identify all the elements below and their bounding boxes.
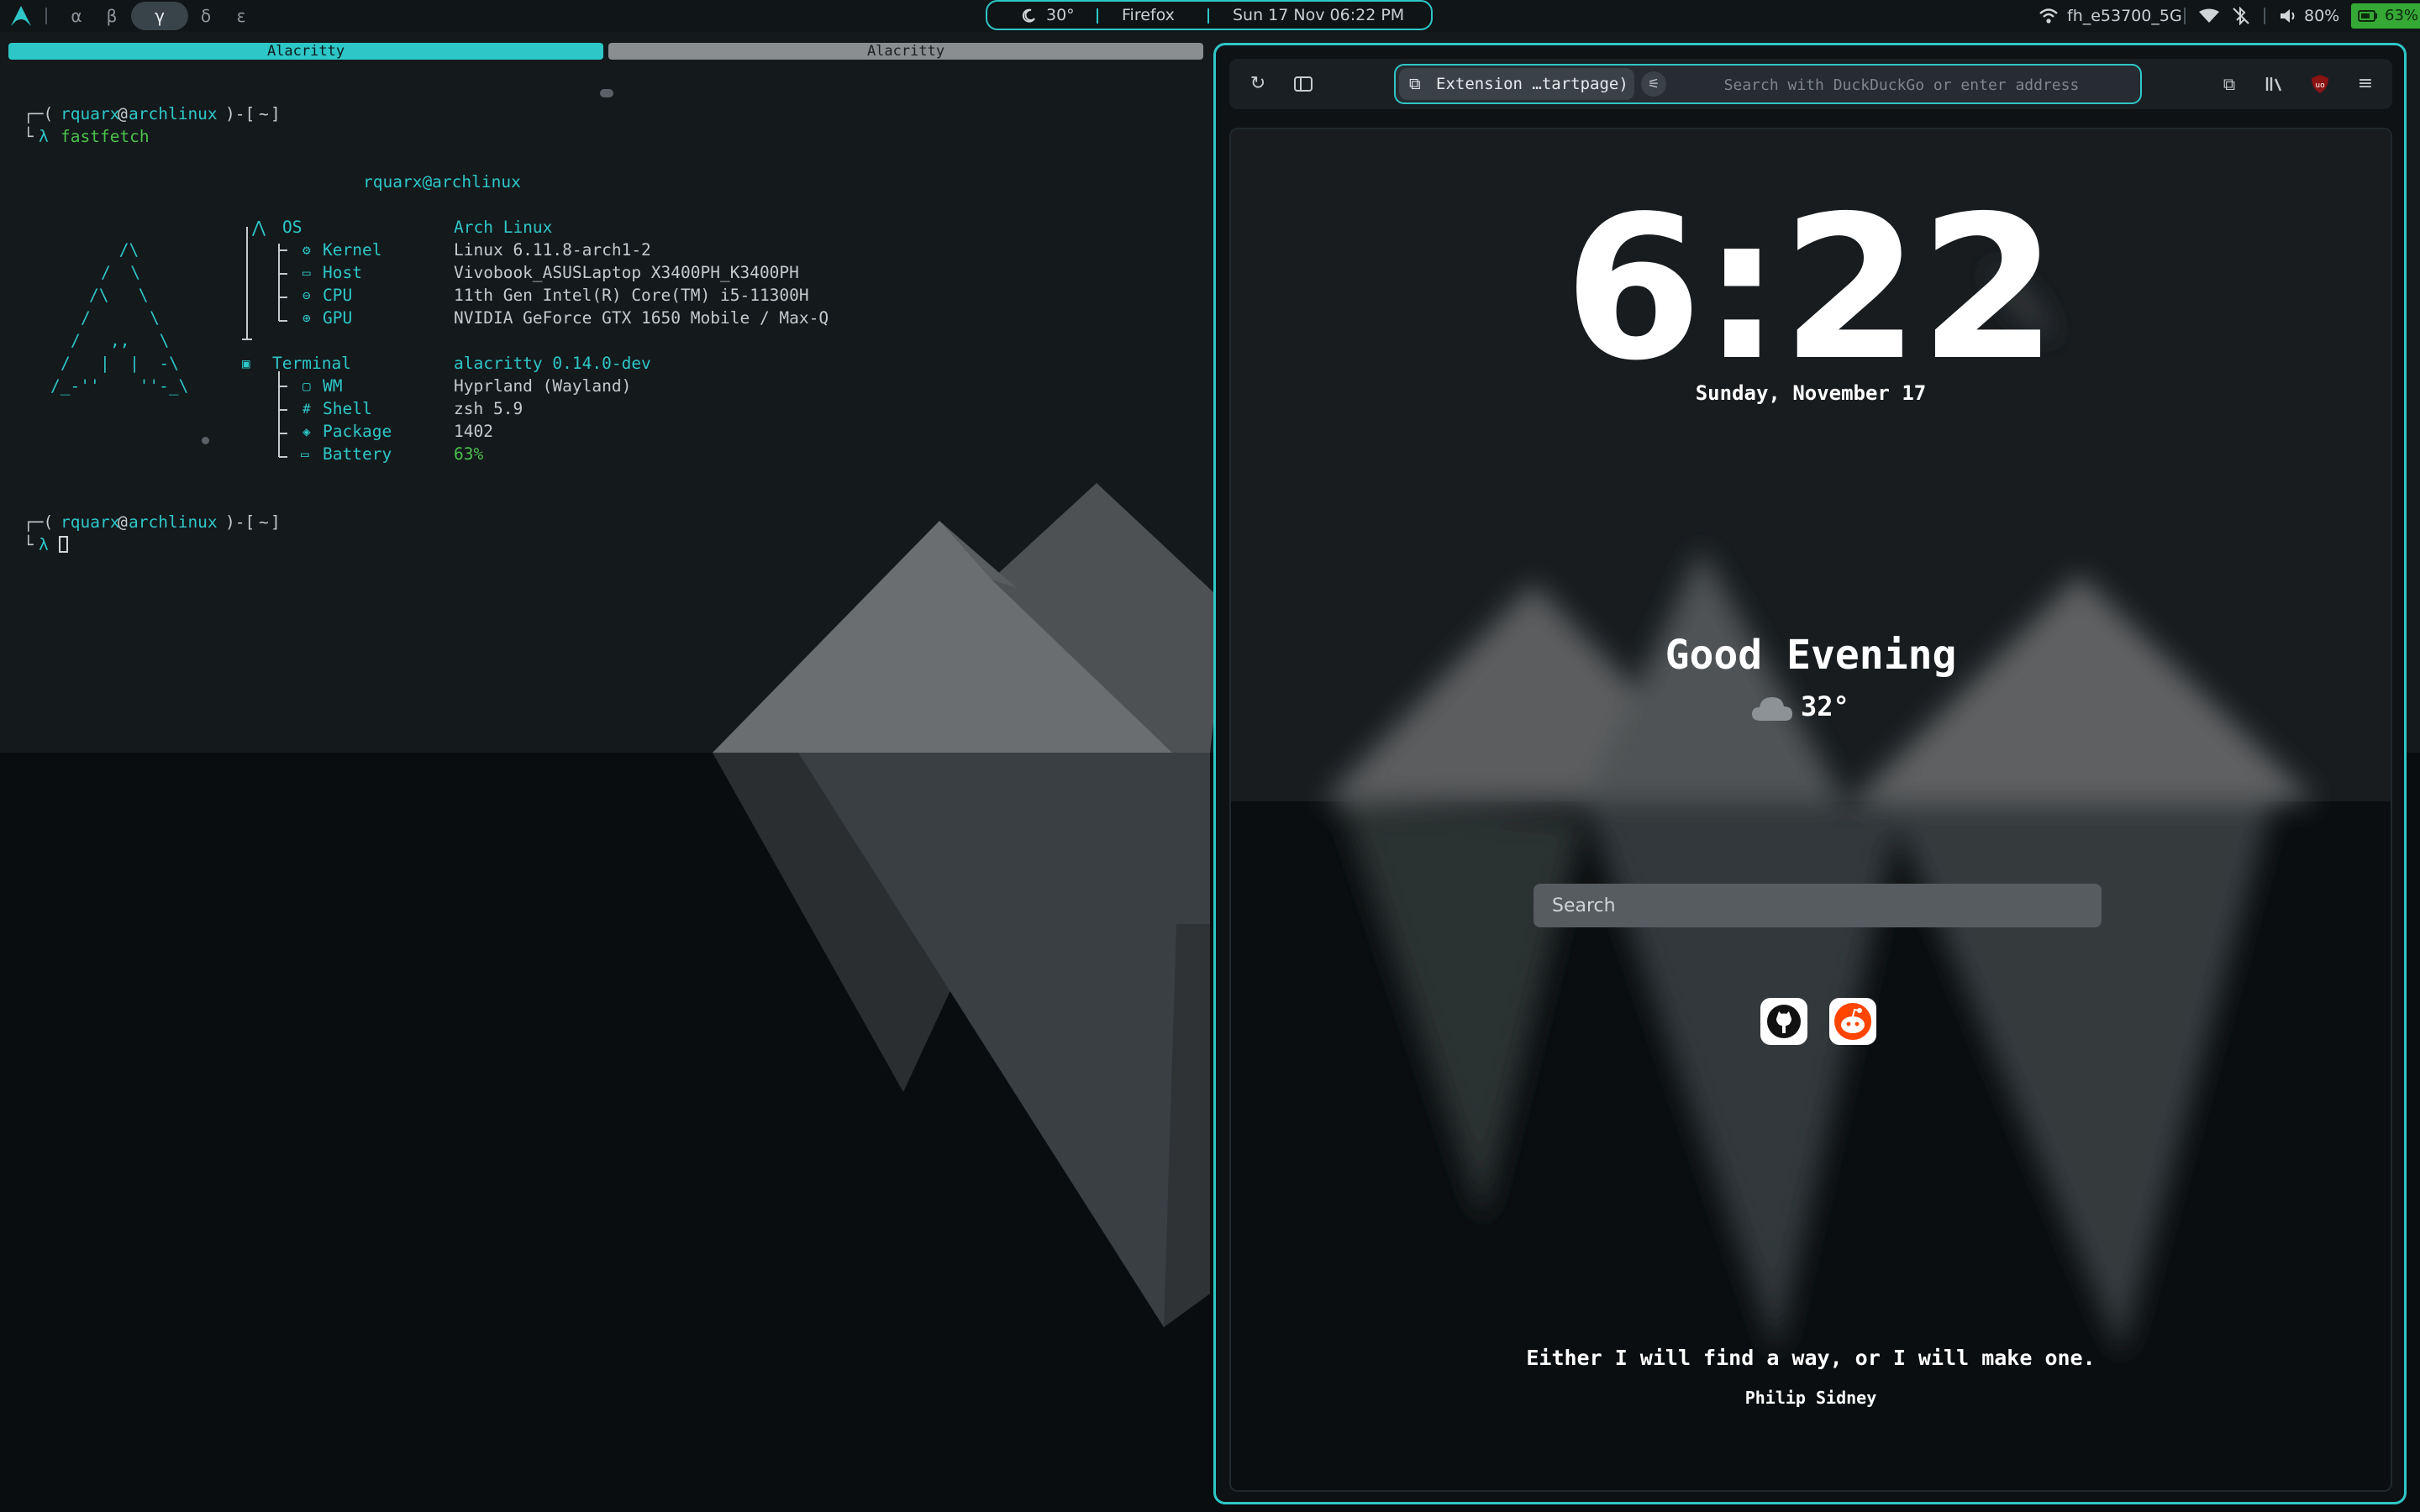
fetch-terminal-label: Terminal xyxy=(272,354,351,373)
bluetooth-off-icon[interactable] xyxy=(2232,7,2250,25)
terminal-window[interactable]: Alacritty Alacritty ┌─( rquarx @ archlin… xyxy=(0,0,1210,1512)
fetch-wm-value: Hyprland (Wayland) xyxy=(454,376,632,396)
prompt-host: archlinux xyxy=(129,104,218,123)
clock: 6:22 xyxy=(1564,173,2058,404)
github-icon xyxy=(1767,1005,1801,1038)
date-time[interactable]: Sun 17 Nov 06:22 PM xyxy=(1233,2,1404,29)
fetch-host-label: Host xyxy=(323,263,362,282)
fetch-battery-value: 63% xyxy=(454,444,484,464)
puzzle-icon: ⧉ xyxy=(1409,75,1421,93)
reddit-link[interactable] xyxy=(1829,998,1876,1045)
prompt-dir-open: )-[ xyxy=(225,104,255,123)
scroll-dot xyxy=(600,89,613,97)
fetch-gpu-value: NVIDIA GeForce GTX 1650 Mobile / Max-Q xyxy=(454,308,829,328)
cloud-icon xyxy=(1752,697,1792,721)
quote-author: Philip Sidney xyxy=(1744,1388,1877,1408)
fetch-battery-label: Battery xyxy=(323,444,392,464)
prompt-at: @ xyxy=(118,104,128,123)
date-label: Sunday, November 17 xyxy=(1695,381,1927,405)
reddit-icon xyxy=(1834,1003,1871,1040)
greeting: Good Evening xyxy=(1665,632,1957,679)
library-icon[interactable] xyxy=(2260,69,2290,99)
svg-text:uo: uo xyxy=(2315,81,2325,90)
wifi-icon[interactable] xyxy=(2039,8,2059,24)
battery-small-icon: ▭ xyxy=(301,446,309,462)
fetch-package-label: Package xyxy=(323,422,392,441)
network-name[interactable]: fh_e53700_5G xyxy=(2067,0,2182,32)
extension-identity-chip[interactable]: ⧉ Extension …tartpage) xyxy=(1399,68,1634,100)
laptop-icon: ▭ xyxy=(302,265,311,281)
fetch-shell-label: Shell xyxy=(323,399,372,418)
battery-level: 63% xyxy=(2385,7,2419,24)
prompt-user: rquarx xyxy=(60,104,120,123)
url-input[interactable] xyxy=(1673,68,2130,102)
github-link[interactable] xyxy=(1760,998,1807,1045)
prompt-lambda: λ xyxy=(39,127,49,146)
fetch-os-label: OS xyxy=(282,218,302,237)
prompt-user: rquarx xyxy=(60,512,120,532)
terminal-tab-active[interactable]: Alacritty xyxy=(8,43,603,60)
package-icon: ◈ xyxy=(302,423,311,439)
prompt-corner: ┌─( xyxy=(24,104,54,123)
window-icon: ▢ xyxy=(302,378,311,394)
prompt-at: @ xyxy=(118,512,128,532)
sidebar-toggle-icon[interactable] xyxy=(1288,69,1318,99)
fetch-terminal-value: alacritty 0.14.0-dev xyxy=(454,354,651,373)
weather-temperature: 32° xyxy=(1801,690,1849,722)
prompt-corner: └ xyxy=(24,535,34,554)
fetch-os-value: Arch Linux xyxy=(454,218,553,237)
browser-toolbar: ↻ ⧉ Extension …tartpage) ⚟ ⧉ uo ≡ xyxy=(1229,59,2392,109)
prompt-host: archlinux xyxy=(129,512,218,532)
ublock-origin-icon[interactable]: uo xyxy=(2305,69,2335,99)
fetch-shell-value: zsh 5.9 xyxy=(454,399,523,418)
hash-icon: # xyxy=(302,401,311,417)
fetch-cpu-value: 11th Gen Intel(R) Core(TM) i5-11300H xyxy=(454,286,809,305)
prompt-lambda: λ xyxy=(39,535,49,554)
prompt-corner: └ xyxy=(24,127,34,146)
extension-chip-label: Extension …tartpage) xyxy=(1436,75,1628,93)
prompt-corner: ┌─( xyxy=(24,512,54,532)
volume-icon[interactable] xyxy=(2279,8,2299,24)
fetch-title: rquarx@archlinux xyxy=(363,172,521,192)
fetch-tree-lines xyxy=(242,227,287,458)
command-text: fastfetch xyxy=(60,127,150,146)
fetch-cpu-label: CPU xyxy=(323,286,353,305)
fetch-host-value: Vivobook_ASUSLaptop X3400PH_K3400PH xyxy=(454,263,799,282)
wifi-signal-icon[interactable] xyxy=(2198,8,2220,24)
gpu-icon: ⊕ xyxy=(302,310,311,326)
fetch-package-value: 1402 xyxy=(454,422,493,441)
address-bar[interactable]: ⧉ Extension …tartpage) ⚟ xyxy=(1394,64,2142,104)
startpage: 6:22 Sunday, November 17 Good Evening 32… xyxy=(1229,128,2392,1492)
quote-text: Either I will find a way, or I will make… xyxy=(1526,1346,2096,1370)
page-settings-icon[interactable]: ⚟ xyxy=(1641,71,1666,97)
scroll-dot xyxy=(202,437,209,444)
prompt-dir: ~ xyxy=(259,104,269,123)
reload-icon[interactable]: ↻ xyxy=(1243,69,1273,99)
volume-level[interactable]: 80% xyxy=(2304,0,2339,32)
startpage-search-input[interactable] xyxy=(1534,884,2102,927)
battery-indicator[interactable]: 63% xyxy=(2351,3,2420,29)
prompt-dir-close: ] xyxy=(271,104,281,123)
gear-icon: ⚙ xyxy=(302,242,311,258)
cpu-icon: ⊖ xyxy=(302,287,311,303)
terminal-tab-inactive[interactable]: Alacritty xyxy=(608,43,1203,60)
fetch-gpu-label: GPU xyxy=(323,308,353,328)
battery-icon xyxy=(2358,10,2377,22)
prompt-dir-open: )-[ xyxy=(225,512,255,532)
prompt-dir-close: ] xyxy=(271,512,281,532)
fetch-wm-label: WM xyxy=(323,376,343,396)
fetch-kernel-value: Linux 6.11.8-arch1-2 xyxy=(454,240,651,260)
arch-small-icon: ⋀ xyxy=(252,218,266,237)
firefox-window[interactable]: ↻ ⧉ Extension …tartpage) ⚟ ⧉ uo ≡ xyxy=(1213,43,2407,1504)
fetch-kernel-label: Kernel xyxy=(323,240,382,260)
extensions-icon[interactable]: ⧉ xyxy=(2214,69,2244,99)
prompt-dir: ~ xyxy=(259,512,269,532)
terminal-cursor[interactable] xyxy=(59,536,68,553)
terminal-icon: ▣ xyxy=(242,355,250,371)
menu-icon[interactable]: ≡ xyxy=(2350,69,2381,99)
